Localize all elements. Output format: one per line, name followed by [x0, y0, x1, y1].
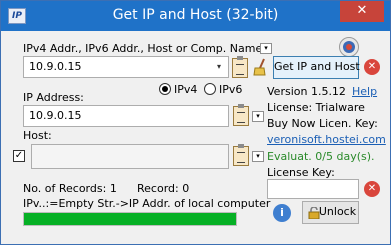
chevron-down-icon: ▾: [256, 112, 260, 120]
records-label: No. of Records:: [23, 182, 107, 195]
get-ip-and-host-button[interactable]: Get IP and Host: [273, 56, 360, 79]
paste-clipboard-icon[interactable]: [232, 56, 248, 78]
progress-bar: [23, 212, 237, 226]
ipv6-label: IPv6: [219, 83, 243, 96]
clear-query-button[interactable]: ✕: [364, 59, 380, 75]
info-icon[interactable]: i: [273, 204, 291, 222]
app-window: IP Get IP and Host (32-bit) ✕ IPv4 Addr.…: [0, 0, 391, 245]
chevron-down-icon[interactable]: ▾: [210, 57, 228, 77]
host-label: Host:: [23, 129, 52, 142]
settings-button[interactable]: [339, 37, 359, 57]
ipv4-label: IPv4: [174, 83, 198, 96]
records-value: 1: [109, 182, 117, 195]
website-link[interactable]: veronisoft.hostei.com: [267, 133, 386, 146]
window-title: Get IP and Host (32-bit): [112, 7, 279, 23]
ipv6-radio[interactable]: [204, 83, 216, 95]
query-value: 10.9.0.15: [29, 60, 82, 73]
query-input[interactable]: 10.9.0.15 ▾: [23, 56, 229, 78]
license-key-input[interactable]: [267, 179, 359, 199]
chevron-down-icon: ▾: [256, 152, 260, 160]
query-label: IPv4 Addr., IPv6 Addr., Host or Comp. Na…: [23, 42, 266, 55]
broom-icon: [253, 58, 266, 76]
license-text: License: Trialware: [267, 101, 365, 114]
unlock-label: Unlock: [318, 205, 357, 218]
evaluation-text: Evaluat. 0/5 day(s).: [267, 150, 375, 163]
license-key-label: License Key:: [267, 166, 335, 179]
title-bar: IP Get IP and Host (32-bit) ✕: [1, 1, 390, 31]
ip-address-label: IP Address:: [23, 91, 84, 104]
version-text: Version 1.5.12: [267, 85, 346, 98]
hint-text: IPv..:=Empty Str.->IP Addr. of local com…: [23, 197, 271, 210]
host-checkbox[interactable]: ✓: [13, 150, 25, 162]
buy-now-text: Buy Now Licen. Key:: [267, 117, 378, 130]
ip-address-dropdown[interactable]: ▾: [252, 111, 264, 122]
copy-host-clipboard-icon[interactable]: [233, 144, 249, 166]
globe-icon: [343, 41, 355, 53]
chevron-down-icon: ▾: [264, 44, 268, 52]
unlock-button[interactable]: Unlock: [302, 201, 359, 224]
progress-fill: [24, 213, 236, 225]
ip-address-field[interactable]: 10.9.0.15: [23, 105, 229, 127]
clear-broom-icon[interactable]: [252, 57, 270, 77]
clear-license-key-button[interactable]: ✕: [364, 181, 380, 197]
copy-ip-clipboard-icon[interactable]: [233, 104, 249, 126]
query-history-dropdown[interactable]: ▾: [260, 43, 272, 54]
host-dropdown[interactable]: ▾: [252, 151, 264, 162]
help-link[interactable]: Help: [352, 85, 377, 98]
record-index-label: Record: 0: [137, 182, 189, 195]
records-count-label: No. of Records: 1: [23, 182, 117, 195]
lock-icon: [308, 207, 320, 219]
ipv4-radio[interactable]: [159, 83, 171, 95]
record-label: Record:: [137, 182, 179, 195]
record-value: 0: [182, 182, 190, 195]
host-field[interactable]: [31, 144, 229, 169]
close-window-button[interactable]: ✕: [340, 1, 384, 22]
